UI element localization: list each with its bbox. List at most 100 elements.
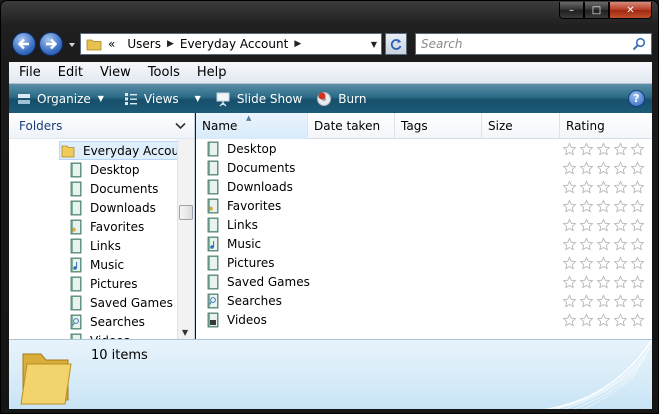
menu-file[interactable]: File [9, 65, 48, 80]
file-name-cell[interactable]: Downloads [206, 179, 293, 195]
tree-item[interactable]: Music [69, 255, 124, 274]
crumb-separator-icon[interactable]: ▶ [167, 39, 174, 49]
star-icon[interactable] [629, 312, 646, 327]
star-icon[interactable] [629, 236, 646, 251]
file-name-cell[interactable]: Saved Games [206, 274, 310, 290]
file-name-cell[interactable]: Desktop [206, 141, 277, 157]
file-name-cell[interactable]: Links [206, 217, 258, 233]
menu-tools[interactable]: Tools [138, 65, 187, 80]
maximize-button[interactable]: □ [584, 2, 609, 19]
help-icon[interactable]: ? [628, 90, 645, 107]
file-row[interactable]: Downloads [196, 177, 652, 196]
file-name-cell[interactable]: Searches [206, 293, 282, 309]
star-icon[interactable] [629, 160, 646, 175]
file-row[interactable]: Links [196, 215, 652, 234]
star-icon[interactable] [561, 312, 578, 327]
tree-item[interactable]: Videos [69, 331, 130, 339]
rating-stars[interactable] [561, 236, 646, 251]
crumb-separator-icon[interactable]: ▶ [294, 39, 301, 49]
crumb-users[interactable]: Users [127, 37, 161, 51]
tree-item[interactable]: Documents [69, 179, 158, 198]
rating-stars[interactable] [561, 312, 646, 327]
menu-help[interactable]: Help [187, 65, 234, 80]
rating-stars[interactable] [561, 255, 646, 270]
file-row[interactable]: Music [196, 234, 652, 253]
file-row[interactable]: Pictures [196, 253, 652, 272]
column-rating[interactable]: Rating [560, 113, 652, 139]
column-date-taken[interactable]: Date taken [308, 113, 395, 139]
star-icon[interactable] [578, 141, 595, 156]
star-icon[interactable] [561, 160, 578, 175]
star-icon[interactable] [629, 293, 646, 308]
back-button[interactable] [12, 32, 36, 56]
tree-item-everyday-account[interactable]: Everyday Account [59, 141, 194, 160]
star-icon[interactable] [561, 198, 578, 213]
star-icon[interactable] [595, 160, 612, 175]
star-icon[interactable] [561, 274, 578, 289]
file-name-cell[interactable]: Videos [206, 312, 267, 328]
star-icon[interactable] [595, 141, 612, 156]
star-icon[interactable] [595, 293, 612, 308]
star-icon[interactable] [561, 179, 578, 194]
chevron-down-icon[interactable] [175, 122, 186, 130]
file-row[interactable]: Favorites [196, 196, 652, 215]
folders-header[interactable]: Folders [9, 113, 194, 139]
burn-button[interactable]: Burn [316, 91, 366, 107]
file-row[interactable]: Searches [196, 291, 652, 310]
star-icon[interactable] [561, 293, 578, 308]
star-icon[interactable] [578, 217, 595, 232]
star-icon[interactable] [561, 255, 578, 270]
file-row[interactable]: Saved Games [196, 272, 652, 291]
star-icon[interactable] [629, 198, 646, 213]
menu-edit[interactable]: Edit [48, 65, 90, 80]
star-icon[interactable] [595, 179, 612, 194]
tree-item[interactable]: Desktop [69, 160, 140, 179]
star-icon[interactable] [578, 198, 595, 213]
search-input[interactable]: Search [421, 37, 632, 51]
star-icon[interactable] [578, 312, 595, 327]
star-icon[interactable] [612, 312, 629, 327]
crumb-everyday-account[interactable]: Everyday Account [180, 37, 288, 51]
column-name[interactable]: ▲ Name [196, 113, 308, 139]
star-icon[interactable] [561, 141, 578, 156]
menu-view[interactable]: View [90, 65, 138, 80]
star-icon[interactable] [612, 274, 629, 289]
star-icon[interactable] [629, 217, 646, 232]
star-icon[interactable] [612, 141, 629, 156]
address-overflow[interactable]: « [108, 37, 115, 51]
star-icon[interactable] [595, 312, 612, 327]
star-icon[interactable] [595, 198, 612, 213]
star-icon[interactable] [612, 217, 629, 232]
minimize-button[interactable]: – [559, 2, 584, 19]
rating-stars[interactable] [561, 274, 646, 289]
tree-item[interactable]: Links [69, 236, 121, 255]
star-icon[interactable] [595, 274, 612, 289]
star-icon[interactable] [612, 255, 629, 270]
address-bar[interactable]: « Users ▶ Everyday Account ▶ ▼ [80, 33, 382, 55]
star-icon[interactable] [578, 293, 595, 308]
star-icon[interactable] [612, 236, 629, 251]
star-icon[interactable] [629, 255, 646, 270]
refresh-button[interactable] [385, 33, 407, 55]
star-icon[interactable] [629, 274, 646, 289]
tree-item[interactable]: Searches [69, 312, 145, 331]
slide-show-button[interactable]: Slide Show [215, 91, 302, 107]
column-size[interactable]: Size [482, 113, 560, 139]
tree-item[interactable]: Saved Games [69, 293, 173, 312]
organize-button[interactable]: Organize ▼ [17, 92, 104, 106]
star-icon[interactable] [612, 198, 629, 213]
recent-pages-dropdown-icon[interactable] [67, 40, 77, 50]
views-button[interactable]: Views ▼ [124, 92, 201, 106]
file-name-cell[interactable]: Pictures [206, 255, 275, 271]
search-box[interactable]: Search [415, 33, 652, 55]
star-icon[interactable] [578, 179, 595, 194]
star-icon[interactable] [561, 217, 578, 232]
scroll-down-arrow-icon[interactable]: ▼ [182, 328, 188, 337]
rating-stars[interactable] [561, 217, 646, 232]
address-dropdown-icon[interactable]: ▼ [371, 40, 377, 49]
rating-stars[interactable] [561, 293, 646, 308]
file-name-cell[interactable]: Documents [206, 160, 295, 176]
file-row[interactable]: Videos [196, 310, 652, 329]
close-button[interactable]: ✕ [609, 2, 652, 19]
column-tags[interactable]: Tags [395, 113, 482, 139]
